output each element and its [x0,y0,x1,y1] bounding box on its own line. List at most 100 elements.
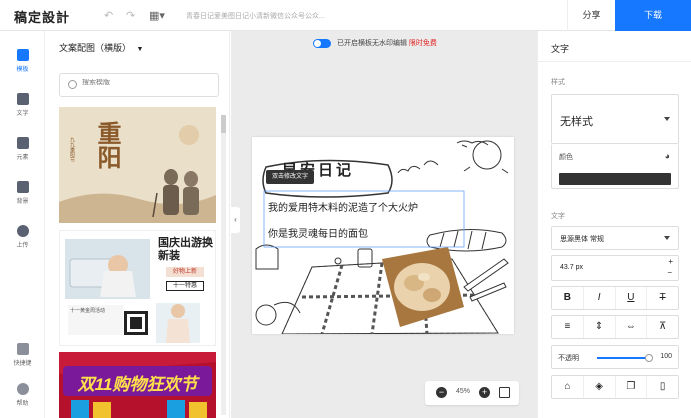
top-bar: 稿定設計 ↶ ↷ ▦▾ 青春日记爱美图日记小清新微信公众号公众... 分享 下载 [0,0,691,31]
nav-label: 快捷键 [13,361,32,367]
font-size-value: 43.7 px [560,264,583,271]
font-value: 思源黑体 常规 [560,236,604,243]
template-thumb-double11[interactable]: 双11购物狂欢节 [59,352,216,418]
canvas-area: ‹ 已开启横板无水印编辑 限时免费 早安日记 双击修改文字 我的爱用特木料的泥造… [231,31,537,418]
copy-icon[interactable]: ❐ [616,376,648,398]
search-input[interactable] [82,79,202,86]
bold-icon[interactable]: B [552,287,584,309]
nav-item-text[interactable]: 文字 [0,93,45,117]
background-icon [16,181,29,193]
properties-panel: 文字 样式 无样式 颜色 ◕ 文字 思源黑体 常规 43.7 px + − B … [537,31,691,418]
zoom-value: 45% [456,388,471,395]
design-page[interactable]: 早安日记 双击修改文字 我的爱用特木料的泥造了个大火炉 你是我灵魂每日的面包 [252,137,514,334]
font-size-stepper[interactable]: 43.7 px + − [551,255,679,281]
font-section-label: 文字 [551,213,565,220]
panel-title: 文案配图（横版） [59,43,132,53]
template-panel: 文案配图（横版） ▼ 重阳 九九重阳节 [45,31,230,418]
download-button[interactable]: 下载 [615,0,691,31]
document-title[interactable]: 青春日记爱美图日记小清新微信公众号公众... [186,11,325,21]
search-icon [68,80,77,89]
collapse-panel-button[interactable]: ‹ [231,207,240,233]
layer-actions-row: ⌂ ◈ ❐ ▯ [551,375,679,399]
font-family-dropdown[interactable]: 思源黑体 常规 [551,226,679,250]
letter-spacing-icon[interactable]: ⇔ [616,316,648,338]
color-label: 颜色 [559,154,573,161]
opacity-label: 不透明 [558,355,579,362]
chevron-down-icon [664,117,670,121]
template-thumb-guoqing[interactable]: 国庆出游换新装 好物上新 十一特惠 十一黄金周活动 [59,230,216,346]
vertical-text-icon[interactable]: ⊼ [647,316,678,338]
opacity-slider-thumb[interactable] [645,354,653,362]
nav-label: 元素 [16,155,29,161]
thumb-sub2: 十一特惠 [166,281,204,291]
panel-category-dropdown[interactable]: 文案配图（横版） ▼ [59,41,143,54]
template-thumb-chongyang[interactable]: 重阳 九九重阳节 [59,107,216,223]
opacity-control: 不透明 100 [551,345,679,369]
text-format-row: B I U T [551,286,679,310]
text-align-row: ≡ ⇕ ⇔ ⊼ [551,315,679,339]
scroll-thumb[interactable] [221,115,226,133]
opacity-slider-track[interactable] [597,357,649,359]
color-section: 颜色 ◕ [551,144,679,189]
palette-icon[interactable]: ◕ [665,151,670,161]
template-icon [16,49,29,61]
redo-icon[interactable]: ↷ [126,9,135,22]
left-nav: 模板 文字 元素 背景 上传 快捷键 帮助 [0,31,45,418]
italic-icon[interactable]: I [584,287,616,309]
zoom-out-button[interactable]: − [436,387,447,398]
chevron-down-icon [664,236,670,240]
thumb-title: 重阳 [93,121,119,169]
save-menu-icon[interactable]: ▦▾ [149,9,165,22]
nav-item-template[interactable]: 模板 [0,49,45,73]
keyboard-icon [16,343,29,355]
nav-item-element[interactable]: 元素 [0,137,45,161]
panel-heading: 文字 [538,31,691,62]
thumb-note: 十一黄金周活动 [70,308,106,314]
share-button[interactable]: 分享 [567,0,615,31]
chongyang-illustration [59,107,216,223]
watermark-notice: 已开启横板无水印编辑 限时免费 [313,38,437,48]
thumb-title: 国庆出游换新装 [158,237,213,262]
watermark-toggle[interactable] [313,38,331,48]
nav-label: 帮助 [16,401,29,407]
style-label: 样式 [551,79,565,86]
lock-icon[interactable]: ⌂ [552,376,584,398]
text-icon [16,93,29,105]
nav-label: 背景 [16,199,29,205]
template-search[interactable] [59,73,219,97]
nav-label: 上传 [16,243,29,249]
app-logo[interactable]: 稿定設計 [14,7,70,26]
delete-icon[interactable]: ▯ [647,376,678,398]
strikethrough-icon[interactable]: T [647,287,678,309]
align-left-icon[interactable]: ≡ [552,316,584,338]
nav-label: 文字 [16,111,29,117]
watermark-text: 已开启横板无水印编辑 [336,40,407,47]
nav-item-shortcuts[interactable]: 快捷键 [0,343,45,367]
page-text-line2[interactable]: 你是我灵魂每日的面包 [268,225,368,240]
edit-tooltip: 双击修改文字 [266,170,315,184]
zoom-in-button[interactable]: + [479,387,490,398]
nav-item-help[interactable]: 帮助 [0,383,45,407]
page-text-line1[interactable]: 我的爱用特木料的泥造了个大火炉 [268,199,418,214]
style-dropdown[interactable]: 无样式 [551,94,679,144]
line-height-icon[interactable]: ⇕ [584,316,616,338]
chevron-down-icon: ▼ [136,46,144,53]
thumb-sub: 好物上新 [166,267,204,277]
nav-item-upload[interactable]: 上传 [0,225,45,249]
thumb-tag: 九九重阳节 [69,137,75,162]
underline-icon[interactable]: U [616,287,648,309]
thumb-title: 双11购物狂欢节 [77,375,198,394]
element-icon [16,137,29,149]
fit-screen-icon[interactable] [499,387,510,398]
panel-scrollbar[interactable] [221,115,226,415]
increase-size-button[interactable]: + [668,257,673,266]
style-value: 无样式 [560,116,593,128]
nav-item-background[interactable]: 背景 [0,181,45,205]
upload-icon [16,225,29,237]
layer-icon[interactable]: ◈ [584,376,616,398]
color-swatch[interactable] [559,173,671,185]
decrease-size-button[interactable]: − [667,268,672,277]
free-link[interactable]: 限时免费 [409,40,437,47]
undo-icon[interactable]: ↶ [104,9,113,22]
opacity-value: 100 [660,353,672,360]
